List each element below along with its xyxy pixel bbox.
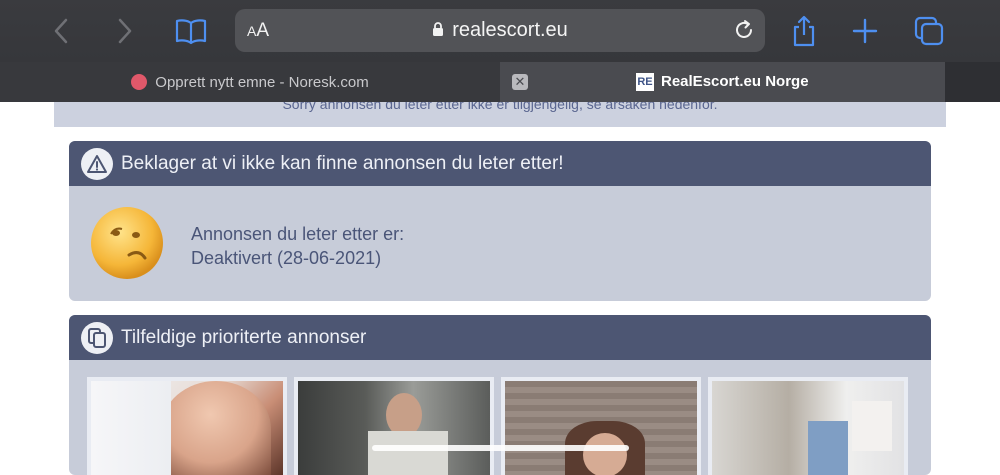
ad-thumbnail[interactable] <box>87 377 287 475</box>
back-button[interactable] <box>46 15 78 47</box>
reload-icon <box>736 20 752 38</box>
tab-realescort[interactable]: ✕ RE RealEscort.eu Norge <box>500 62 945 102</box>
priority-ads-panel: Tilfeldige prioriterte annonser <box>69 315 931 475</box>
sad-smiley-icon <box>91 207 163 279</box>
reload-button[interactable] <box>733 19 755 46</box>
back-icon <box>54 18 68 44</box>
tabs-overview-button[interactable] <box>913 15 945 47</box>
new-tab-button[interactable] <box>849 15 881 47</box>
ad-thumbnail[interactable] <box>501 377 701 475</box>
new-tab-plus-icon <box>852 18 878 44</box>
copy-documents-icon <box>81 322 113 354</box>
tab-label: Opprett nytt emne - Noresk.com <box>155 73 369 91</box>
panel-title: Beklager at vi ikke kan finne annonsen d… <box>121 153 564 174</box>
noresk-favicon-icon <box>131 74 148 90</box>
tab-bar: Opprett nytt emne - Noresk.com ✕ RE Real… <box>0 62 1000 102</box>
tab-noresk[interactable]: Opprett nytt emne - Noresk.com <box>0 62 500 102</box>
unavailable-notice: Sorry annonsen du leter etter ikke er ti… <box>54 102 946 127</box>
bookmarks-book-icon <box>175 19 207 45</box>
ad-thumbnail[interactable] <box>708 377 908 475</box>
forward-icon <box>118 18 132 44</box>
panel-title: Tilfeldige prioriterte annonser <box>121 327 367 348</box>
home-indicator[interactable] <box>372 445 629 451</box>
bookmarks-button[interactable] <box>175 15 207 47</box>
realescort-favicon-icon: RE <box>636 73 654 91</box>
close-tab-icon[interactable]: ✕ <box>512 74 528 90</box>
panel-header: Tilfeldige prioriterte annonser <box>69 315 931 360</box>
forward-button[interactable] <box>108 15 140 47</box>
address-bar[interactable]: AA realescort.eu <box>235 9 765 52</box>
ad-status-message: Annonsen du leter etter er: Deaktivert (… <box>191 222 404 270</box>
status-value: Deaktivert (28-06-2021) <box>191 248 382 268</box>
share-icon <box>793 15 815 47</box>
warning-triangle-icon <box>81 148 113 180</box>
lock-icon <box>433 22 444 36</box>
url-text: realescort.eu <box>452 19 568 41</box>
share-button[interactable] <box>788 15 820 47</box>
browser-toolbar: AA realescort.eu <box>0 0 1000 62</box>
tabs-overview-icon <box>914 16 944 46</box>
tab-label: RealEscort.eu Norge <box>661 73 809 90</box>
ad-thumbnail[interactable] <box>294 377 494 475</box>
panel-header: Beklager at vi ikke kan finne annonsen d… <box>69 141 931 186</box>
notice-text: Sorry annonsen du leter etter ikke er ti… <box>282 102 718 112</box>
not-found-panel: Beklager at vi ikke kan finne annonsen d… <box>69 141 931 301</box>
status-label: Annonsen du leter etter er: <box>191 224 405 244</box>
